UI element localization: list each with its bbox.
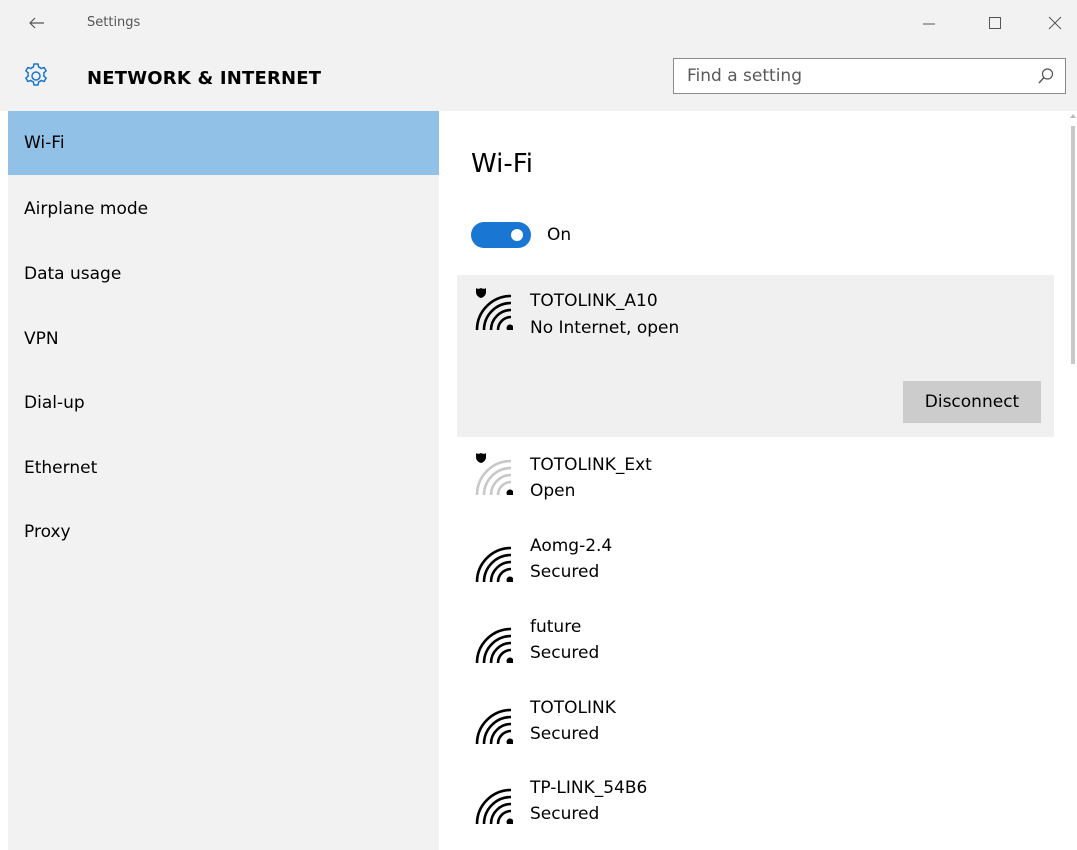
section-title: NETWORK & INTERNET (87, 68, 322, 89)
network-name: future (530, 617, 582, 637)
network-status: Secured (530, 804, 600, 824)
scrollbar-thumb[interactable] (1071, 126, 1075, 364)
sidebar-item-airplane-mode[interactable]: Airplane mode (8, 177, 439, 241)
wifi-signal-icon (475, 627, 513, 663)
sidebar: Wi-Fi Airplane mode Data usage VPN Dial-… (8, 111, 439, 850)
network-name: TOTOLINK_Ext (530, 455, 652, 475)
minimize-icon[interactable] (917, 11, 941, 35)
disconnect-button[interactable]: Disconnect (903, 381, 1041, 423)
network-item-tp-link-54b6[interactable]: TP-LINK_54B6 Secured (457, 766, 1054, 836)
window-title: Settings (87, 15, 141, 30)
wifi-signal-shield-icon (475, 288, 513, 330)
close-icon[interactable] (1043, 11, 1067, 35)
network-item-totolink-a10[interactable]: TOTOLINK_A10 No Internet, open Disconnec… (457, 275, 1054, 437)
wifi-signal-icon (475, 708, 513, 744)
wifi-signal-icon (475, 788, 513, 824)
scroll-up-arrow-icon[interactable] (1070, 113, 1076, 119)
wifi-toggle[interactable] (471, 222, 531, 248)
network-name: TP-LINK_54B6 (530, 778, 648, 798)
network-status: Secured (530, 562, 600, 582)
search-icon[interactable] (1037, 67, 1055, 85)
network-item-totolink[interactable]: TOTOLINK Secured (457, 686, 1054, 756)
back-arrow-icon[interactable] (28, 14, 46, 32)
toggle-state-label: On (547, 225, 572, 245)
wifi-signal-icon (475, 546, 513, 582)
sidebar-item-dial-up[interactable]: Dial-up (8, 371, 439, 435)
maximize-icon[interactable] (983, 11, 1007, 35)
search-input[interactable] (674, 59, 1024, 93)
network-item-future[interactable]: future Secured (457, 605, 1054, 675)
settings-header: NETWORK & INTERNET (0, 48, 1077, 111)
search-box[interactable] (673, 58, 1066, 94)
network-name: Aomg-2.4 (530, 536, 613, 556)
network-name: TOTOLINK_A10 (530, 291, 658, 311)
page-title: Wi-Fi (471, 149, 534, 179)
gear-icon (24, 63, 48, 86)
network-item-totolink-ext[interactable]: TOTOLINK_Ext Open (457, 443, 1054, 513)
sidebar-item-wifi[interactable]: Wi-Fi (8, 111, 439, 175)
network-status: No Internet, open (530, 318, 680, 338)
network-name: TOTOLINK (530, 698, 616, 718)
network-item-aomg-2-4[interactable]: Aomg-2.4 Secured (457, 524, 1054, 594)
network-status: Open (530, 481, 576, 501)
sidebar-item-vpn[interactable]: VPN (8, 307, 439, 371)
sidebar-item-ethernet[interactable]: Ethernet (8, 436, 439, 500)
network-status: Secured (530, 724, 600, 744)
toggle-knob (511, 229, 523, 241)
main-content: Wi-Fi On TOTOLINK_A10 No Internet, open … (439, 111, 1077, 850)
sidebar-item-proxy[interactable]: Proxy (8, 500, 439, 564)
window-edge (0, 111, 8, 850)
wifi-weak-signal-shield-icon (475, 453, 513, 495)
title-bar: Settings (0, 0, 1077, 48)
sidebar-item-data-usage[interactable]: Data usage (8, 242, 439, 306)
network-status: Secured (530, 643, 600, 663)
